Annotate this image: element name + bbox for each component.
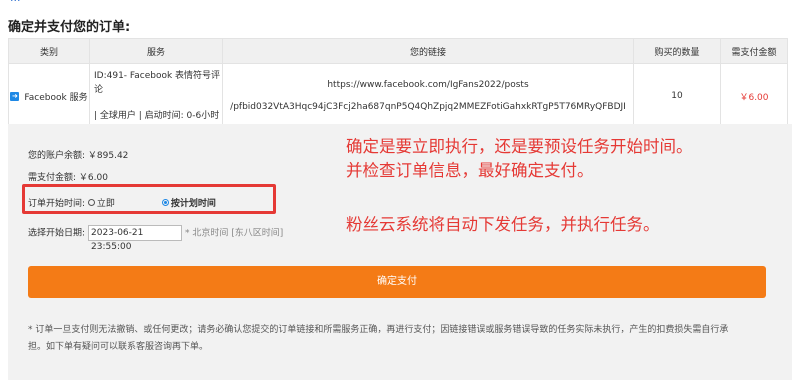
col-header-service: 服务 [89,38,223,64]
facebook-service-icon: ➜ [10,91,20,101]
link-line-1: https://www.facebook.com/IgFans2022/post… [327,80,529,90]
annotation-line-2: 并检查订单信息，最好确定支付。 [346,161,594,180]
table-row: ➜ Facebook 服务 ID:491- Facebook 表情符号评论 | … [8,63,788,129]
due-row: 需支付金额: ￥6.00 [28,170,108,183]
notice-line-2: 担。如下单有疑问可以联系客服咨询再下单。 [28,342,209,352]
category-cell: ➜ Facebook 服务 [8,63,90,129]
col-header-amount: 需支付金额 [720,38,788,64]
radio-immediate[interactable]: 立即 [87,196,115,209]
amount-cell: ￥6.00 [720,63,788,129]
start-time-row: 订单开始时间: 立即 按计划时间 [28,196,216,209]
payment-notice: * 订单一旦支付则无法撤销、或任何更改；请务必确认您提交的订单链接和所需服务正确… [28,322,768,356]
radio-immediate-dot[interactable] [87,199,95,206]
timezone-hint: * 北京时间 [东八区时间] [185,228,284,239]
balance-row: 您的账户余额: ￥895.42 [28,148,128,161]
due-label: 需支付金额: [28,173,77,183]
quantity-cell: 10 [633,63,721,129]
radio-scheduled-dot[interactable] [161,199,169,206]
radio-scheduled[interactable]: 按计划时间 [161,196,216,209]
top-link-fragment[interactable]: ··· [10,0,21,7]
start-date-row: 选择开始日期: 2023-06-21 23:55:00* 北京时间 [东八区时间] [28,225,284,252]
col-header-link: 您的链接 [222,38,634,64]
link-line-2: /pfbid032VtA3Hqc94jC3Fcj2ha687qnP5Q4QhZp… [230,102,626,112]
start-date-input[interactable]: 2023-06-21 23:55:00 [88,225,183,252]
start-date-label: 选择开始日期: [28,228,86,239]
start-time-label: 订单开始时间: [28,199,86,209]
category-label: Facebook 服务 [24,92,88,103]
page-title: 确定并支付您的订单: [8,20,131,35]
radio-scheduled-label[interactable]: 按计划时间 [171,196,216,209]
annotation-line-3: 粉丝云系统将自动下发任务，并执行任务。 [346,215,660,234]
balance-label: 您的账户余额: [28,151,86,161]
col-header-quantity: 购买的数量 [633,38,721,64]
confirm-pay-button[interactable]: 确定支付 [28,266,766,298]
service-name: ID:491- Facebook 表情符号评论 [94,71,221,95]
annotation-line-1: 确定是要立即执行，还是要预设任务开始时间。 [346,137,693,156]
service-cell: ID:491- Facebook 表情符号评论 | 全球用户 | 启动时间: 0… [89,63,223,129]
service-details: | 全球用户 | 启动时间: 0-6小时 [94,111,220,121]
order-table: 类别 服务 您的链接 购买的数量 需支付金额 ➜ Facebook 服务 ID:… [8,38,788,129]
due-value: ￥6.00 [78,173,108,183]
col-header-category: 类别 [8,38,90,64]
balance-value: ￥895.42 [87,151,129,161]
radio-immediate-label[interactable]: 立即 [97,196,115,209]
notice-line-1: * 订单一旦支付则无法撤销、或任何更改；请务必确认您提交的订单链接和所需服务正确… [28,325,729,335]
table-header-row: 类别 服务 您的链接 购买的数量 需支付金额 [8,38,788,64]
link-cell: https://www.facebook.com/IgFans2022/post… [222,63,634,129]
